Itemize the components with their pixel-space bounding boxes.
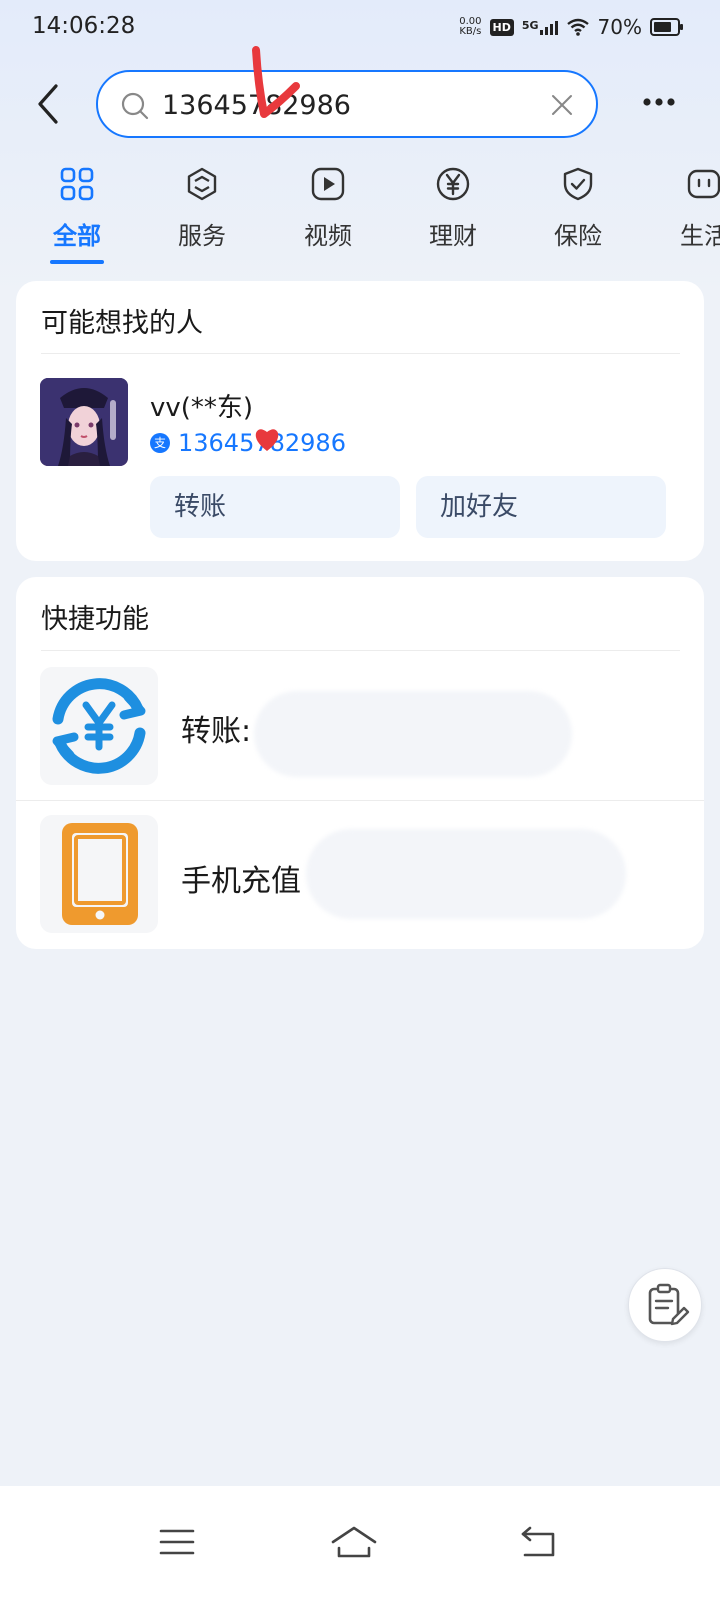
tab-label: 理财 [429, 222, 477, 250]
chevron-left-icon [38, 84, 58, 124]
tab-label: 服务 [178, 222, 226, 250]
phone-recharge-icon [40, 815, 158, 933]
search-icon [121, 92, 149, 120]
quick-functions-card: 快捷功能 转账: 手机充值 [16, 577, 704, 949]
tab-life[interactable]: 生活 [654, 166, 720, 266]
hd-icon: HD [489, 18, 514, 36]
section-title: 快捷功能 [41, 604, 149, 635]
network-speed: 0.00 KB/s [459, 16, 482, 37]
avatar[interactable] [40, 378, 128, 466]
tab-label: 生活 [680, 222, 720, 250]
tab-label: 视频 [304, 222, 352, 250]
clipboard-edit-icon [648, 1283, 690, 1326]
tab-insurance[interactable]: 保险 [528, 166, 628, 266]
transfer-button[interactable]: 转账 [150, 476, 400, 538]
clear-icon[interactable] [550, 93, 574, 117]
person-phone: 13645782986 [178, 429, 346, 457]
alipay-icon: 支 [150, 433, 170, 453]
status-bar: 14:06:28 0.00 KB/s HD 5G 70% [0, 0, 720, 60]
redaction-blur [306, 829, 626, 919]
divider [41, 353, 680, 354]
battery-percent: 70% [597, 15, 642, 39]
quick-item-transfer[interactable]: 转账: [16, 651, 704, 801]
tab-label: 保险 [554, 222, 602, 250]
menu-icon[interactable] [157, 1522, 197, 1562]
battery-icon [650, 18, 683, 36]
back-nav-icon[interactable] [518, 1522, 558, 1562]
person-name: vv(**东) [150, 393, 254, 423]
status-time: 14:06:28 [32, 13, 136, 39]
service-cube-icon [187, 167, 217, 201]
signal-icon: 5G [522, 19, 558, 35]
add-friend-button[interactable]: 加好友 [416, 476, 666, 538]
category-tabs: 全部 服务 视频 理财 保险 生活 [0, 166, 720, 266]
quick-item-label: 手机充值 [181, 864, 301, 899]
yen-circle-arrows-icon [40, 667, 158, 785]
grid-icon [60, 167, 94, 201]
redaction-blur [254, 691, 572, 777]
quick-item-label: 转账: [181, 714, 252, 749]
play-icon [311, 167, 345, 201]
tab-finance[interactable]: 理财 [403, 166, 503, 266]
section-title: 可能想找的人 [41, 308, 203, 339]
home-icon[interactable] [330, 1522, 378, 1562]
person-account: 支 13645782986 [150, 429, 346, 457]
wifi-icon [566, 18, 589, 36]
shield-check-icon [563, 167, 593, 201]
back-button[interactable] [30, 82, 70, 126]
active-tab-indicator [50, 260, 104, 264]
people-card: 可能想找的人 vv(**东) 支 13645782986 转账 加好友 [16, 281, 704, 561]
life-icon [687, 169, 720, 199]
yen-icon [436, 167, 470, 201]
more-icon[interactable] [642, 96, 676, 108]
quick-item-recharge[interactable]: 手机充值 [16, 801, 704, 949]
network-type: 5G [521, 19, 539, 32]
search-input[interactable] [162, 90, 542, 121]
tab-services[interactable]: 服务 [152, 166, 252, 266]
tab-video[interactable]: 视频 [278, 166, 378, 266]
avatar-image [40, 378, 128, 466]
status-icons: 0.00 KB/s HD 5G 70% [459, 15, 684, 39]
tab-label: 全部 [53, 222, 101, 250]
clipboard-edit-button[interactable] [628, 1268, 702, 1342]
tab-all[interactable]: 全部 [27, 166, 127, 266]
search-bar[interactable] [96, 70, 598, 138]
system-nav-bar [0, 1486, 720, 1600]
